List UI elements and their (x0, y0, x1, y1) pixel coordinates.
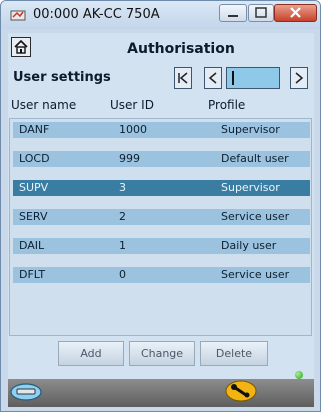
previous-record-button[interactable] (204, 67, 222, 89)
add-button[interactable]: Add (58, 341, 124, 366)
user-name-cell: DAIL (19, 239, 45, 252)
next-record-button[interactable] (290, 67, 308, 89)
profile-cell: Daily user (221, 239, 277, 252)
user-table: DANF 1000 Supervisor LOCD 999 Default us… (9, 118, 312, 336)
close-button[interactable] (274, 4, 317, 22)
profile-cell: Service user (221, 210, 290, 223)
table-row[interactable]: SERV 2 Service user (13, 209, 310, 225)
app-icon (10, 10, 26, 21)
profile-cell: Supervisor (221, 181, 280, 194)
column-header-user-id: User ID (110, 98, 154, 112)
record-field[interactable] (226, 67, 280, 89)
right-arrow-icon (295, 72, 304, 84)
first-record-button[interactable] (174, 67, 192, 89)
first-arrow-icon (178, 72, 188, 84)
user-id-cell: 3 (119, 181, 126, 194)
bottom-toolbar (8, 379, 314, 407)
user-id-cell: 0 (119, 268, 126, 281)
column-header-user-name: User name (11, 98, 77, 112)
action-bar: Add Change Delete (8, 336, 314, 368)
user-name-cell: DFLT (19, 268, 46, 281)
table-row[interactable]: DANF 1000 Supervisor (13, 122, 310, 138)
user-name-cell: SUPV (19, 181, 49, 194)
left-arrow-icon (208, 72, 217, 84)
main-panel: Authorisation User settings User name Us… (8, 33, 314, 407)
device-button[interactable] (10, 382, 43, 402)
delete-button[interactable]: Delete (200, 341, 268, 366)
page-title: Authorisation (127, 41, 235, 57)
profile-cell: Default user (221, 152, 289, 165)
table-row[interactable]: DAIL 1 Daily user (13, 238, 310, 254)
table-row[interactable]: LOCD 999 Default user (13, 151, 310, 167)
minimize-button[interactable] (219, 4, 247, 22)
close-icon (290, 7, 301, 18)
profile-cell: Service user (221, 268, 290, 281)
service-button[interactable] (225, 380, 257, 402)
table-row[interactable]: DFLT 0 Service user (13, 267, 310, 283)
user-id-cell: 999 (119, 152, 140, 165)
text-cursor (232, 71, 234, 85)
maximize-icon (255, 7, 267, 18)
table-row-selected[interactable]: SUPV 3 Supervisor (13, 180, 310, 196)
user-id-cell: 1 (119, 239, 126, 252)
app-window: 00:000 AK-CC 750A Authorisation User set… (0, 0, 321, 412)
status-led-icon (295, 371, 303, 379)
device-icon (10, 383, 42, 401)
user-id-cell: 2 (119, 210, 126, 223)
column-header-profile: Profile (208, 98, 246, 112)
window-title: 00:000 AK-CC 750A (33, 7, 160, 22)
change-button[interactable]: Change (129, 341, 195, 366)
minimize-icon (228, 15, 238, 17)
section-title: User settings (13, 70, 111, 85)
maximize-button[interactable] (248, 4, 274, 22)
profile-cell: Supervisor (221, 123, 280, 136)
user-name-cell: DANF (19, 123, 50, 136)
wrench-icon (225, 380, 257, 402)
user-name-cell: LOCD (19, 152, 50, 165)
user-name-cell: SERV (19, 210, 48, 223)
title-bar: 00:000 AK-CC 750A (1, 1, 320, 29)
user-id-cell: 1000 (119, 123, 147, 136)
